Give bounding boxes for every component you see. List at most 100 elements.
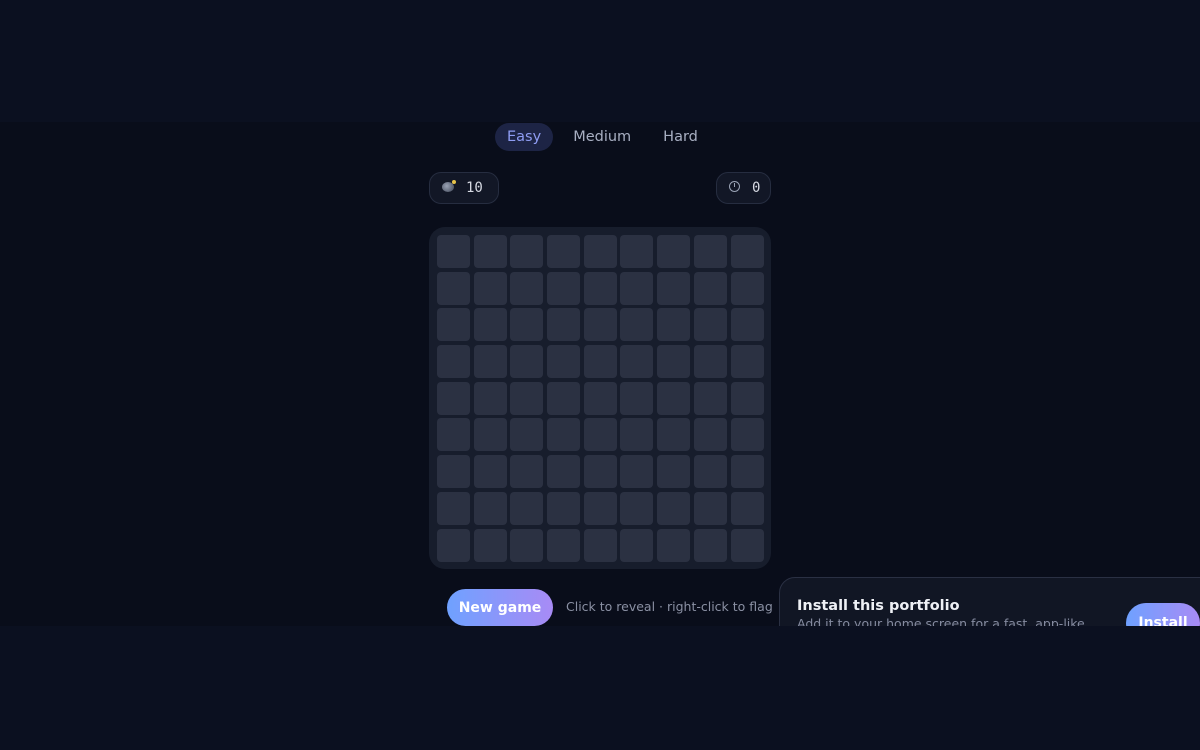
board-cell[interactable] (730, 235, 764, 268)
board-cell[interactable] (693, 455, 727, 489)
board-cell[interactable] (510, 381, 544, 415)
board-cell[interactable] (583, 491, 617, 525)
board-cell[interactable] (693, 418, 727, 452)
board-cell[interactable] (620, 491, 654, 525)
board-cell[interactable] (547, 381, 581, 415)
board-cell[interactable] (547, 308, 581, 342)
board-cell[interactable] (583, 235, 617, 268)
board-cell[interactable] (730, 345, 764, 379)
board-cell[interactable] (730, 418, 764, 452)
board-cell[interactable] (547, 418, 581, 452)
board-cell[interactable] (730, 381, 764, 415)
board-cell[interactable] (547, 528, 581, 562)
board-cell[interactable] (473, 271, 507, 305)
mines-count: 10 (466, 180, 483, 196)
minesweeper-stage: Easy Medium Hard 10 0 New game Click to … (0, 122, 1200, 626)
board-cell[interactable] (547, 345, 581, 379)
board-cell[interactable] (657, 308, 691, 342)
board-cell[interactable] (620, 345, 654, 379)
board-cell[interactable] (730, 308, 764, 342)
board-cell[interactable] (437, 491, 470, 525)
board-cell[interactable] (473, 235, 507, 268)
board-cell[interactable] (657, 271, 691, 305)
timer-counter: 0 (716, 172, 771, 204)
board-cell[interactable] (583, 271, 617, 305)
header-area (0, 0, 1200, 122)
game-board (429, 227, 771, 569)
board-cell[interactable] (510, 528, 544, 562)
mines-counter: 10 (429, 172, 499, 204)
new-game-button[interactable]: New game (447, 589, 553, 626)
timer-value: 0 (752, 180, 761, 196)
board-cell[interactable] (437, 455, 470, 489)
tab-easy[interactable]: Easy (495, 123, 554, 151)
board-cell[interactable] (583, 455, 617, 489)
board-cell[interactable] (437, 528, 470, 562)
board-cell[interactable] (437, 235, 470, 268)
difficulty-tabs: Easy Medium Hard (495, 123, 718, 151)
board-cell[interactable] (657, 455, 691, 489)
board-cell[interactable] (437, 418, 470, 452)
controls-hint: Click to reveal · right-click to flag (566, 599, 773, 614)
board-cell[interactable] (510, 491, 544, 525)
board-cell[interactable] (693, 491, 727, 525)
board-cell[interactable] (473, 308, 507, 342)
board-cell[interactable] (620, 381, 654, 415)
board-cell[interactable] (730, 528, 764, 562)
board-cell[interactable] (693, 308, 727, 342)
board-cell[interactable] (473, 345, 507, 379)
board-cell[interactable] (437, 345, 470, 379)
board-cell[interactable] (693, 381, 727, 415)
board-cell[interactable] (510, 308, 544, 342)
board-cell[interactable] (657, 345, 691, 379)
board-cell[interactable] (510, 271, 544, 305)
board-cell[interactable] (657, 528, 691, 562)
board-cell[interactable] (730, 491, 764, 525)
board-cell[interactable] (620, 455, 654, 489)
board-cell[interactable] (657, 491, 691, 525)
board-cell[interactable] (437, 271, 470, 305)
tab-hard[interactable]: Hard (651, 123, 710, 151)
board-cell[interactable] (583, 308, 617, 342)
board-cell[interactable] (583, 418, 617, 452)
board-cell[interactable] (693, 528, 727, 562)
board-cell[interactable] (583, 345, 617, 379)
board-cell[interactable] (547, 235, 581, 268)
tab-medium[interactable]: Medium (561, 123, 643, 151)
board-cell[interactable] (583, 528, 617, 562)
board-cell[interactable] (730, 455, 764, 489)
install-button[interactable]: Install (1126, 603, 1200, 626)
stopwatch-icon (729, 181, 740, 195)
board-cell[interactable] (510, 235, 544, 268)
board-cell[interactable] (693, 271, 727, 305)
install-description: Add it to your home screen for a fast, a… (797, 616, 1085, 626)
board-cell[interactable] (510, 345, 544, 379)
board-cell[interactable] (657, 418, 691, 452)
board-cell[interactable] (583, 381, 617, 415)
board-cell[interactable] (620, 308, 654, 342)
install-title: Install this portfolio (797, 598, 960, 614)
board-cell[interactable] (730, 271, 764, 305)
install-prompt-card: Install this portfolio Add it to your ho… (779, 577, 1200, 626)
board-cell[interactable] (620, 271, 654, 305)
board-cell[interactable] (437, 381, 470, 415)
board-cell[interactable] (657, 235, 691, 268)
board-cell[interactable] (437, 308, 470, 342)
board-cell[interactable] (473, 418, 507, 452)
board-cell[interactable] (657, 381, 691, 415)
board-cell[interactable] (510, 418, 544, 452)
board-cell[interactable] (473, 528, 507, 562)
board-cell[interactable] (620, 235, 654, 268)
board-cell[interactable] (620, 418, 654, 452)
board-cell[interactable] (547, 455, 581, 489)
board-cell[interactable] (547, 271, 581, 305)
board-cell[interactable] (693, 345, 727, 379)
board-cell[interactable] (473, 381, 507, 415)
board-cell[interactable] (510, 455, 544, 489)
board-cell[interactable] (473, 491, 507, 525)
board-cell[interactable] (693, 235, 727, 268)
board-cell[interactable] (473, 455, 507, 489)
board-cell[interactable] (547, 491, 581, 525)
bomb-icon (442, 180, 456, 195)
board-cell[interactable] (620, 528, 654, 562)
